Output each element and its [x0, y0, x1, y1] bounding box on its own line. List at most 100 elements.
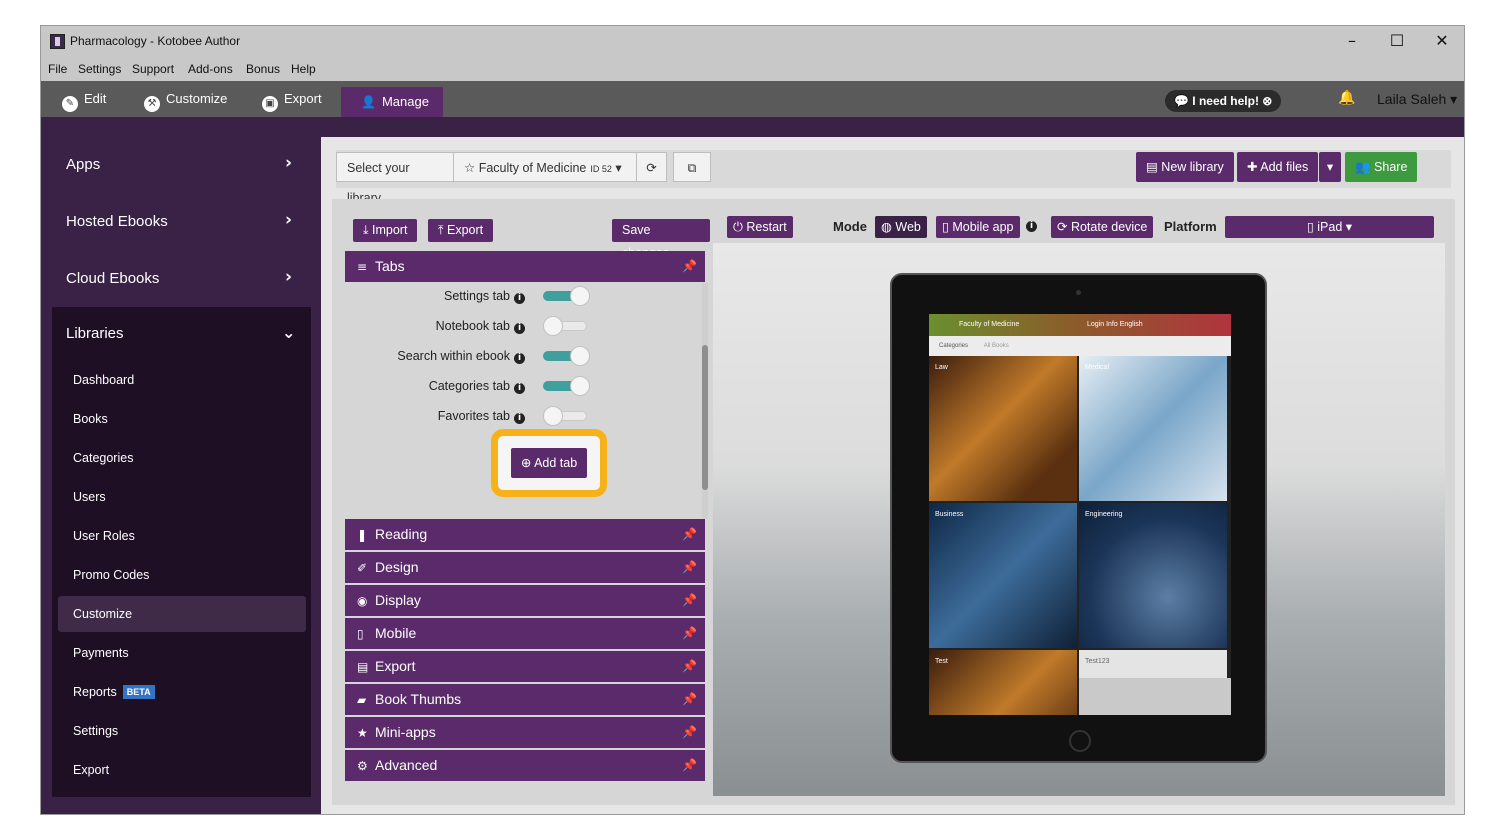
screen-tab-all: All Books	[983, 343, 1009, 349]
tile-test123: Test123	[1079, 650, 1227, 678]
header-strip	[41, 117, 1464, 137]
main-content: Select your library ☆ Faculty of Medicin…	[321, 137, 1464, 814]
tile-business: Business	[929, 503, 1077, 648]
new-library-button[interactable]: ▤ New library	[1136, 152, 1234, 182]
sidebar-item-settings[interactable]: Settings	[58, 713, 306, 749]
tabs-options: Settings tab i Notebook tab i Search withi…	[345, 283, 708, 519]
sidebar-item-cloud-ebooks[interactable]: Cloud Ebooks ›	[41, 251, 321, 308]
add-files-dropdown[interactable]: ▾	[1319, 152, 1341, 182]
sidebar-item-user-roles[interactable]: User Roles	[58, 518, 306, 554]
sidebar-item-categories[interactable]: Categories	[58, 440, 306, 476]
minimize-button[interactable]: –	[1337, 30, 1367, 52]
info-icon[interactable]: i	[514, 293, 525, 304]
section-reading[interactable]: ❚ Reading 📌	[345, 519, 705, 550]
sidebar-item-payments[interactable]: Payments	[58, 635, 306, 671]
bell-icon[interactable]: 🔔	[1338, 90, 1355, 106]
pin-icon[interactable]: 📌	[682, 585, 697, 616]
tabs-section-header[interactable]: ≡ Tabs 📌	[345, 251, 705, 282]
rotate-device-button[interactable]: ⟳ Rotate device	[1051, 216, 1154, 238]
sidebar-item-export[interactable]: Export	[58, 752, 306, 788]
settings-tab-toggle[interactable]	[543, 286, 590, 306]
sidebar-item-books[interactable]: Books	[58, 401, 306, 437]
sidebar-item-hosted-ebooks[interactable]: Hosted Ebooks ›	[41, 194, 321, 251]
sidebar-item-reports[interactable]: Reports BETA	[58, 674, 306, 710]
pin-icon[interactable]: 📌	[682, 717, 697, 748]
info-icon[interactable]: i	[1026, 221, 1037, 232]
section-mobile[interactable]: ▯ Mobile 📌	[345, 618, 705, 649]
chevron-down-icon[interactable]: ⌄	[282, 323, 295, 342]
beta-badge: BETA	[122, 685, 155, 699]
menu-file[interactable]: File	[48, 62, 67, 76]
sidebar-item-promo-codes[interactable]: Promo Codes	[58, 557, 306, 593]
categories-tab-toggle[interactable]	[543, 376, 590, 396]
tab-edit[interactable]: ✎ Edit	[62, 81, 116, 117]
tab-customize[interactable]: ⚒ Customize	[144, 81, 237, 117]
info-icon[interactable]: i	[514, 353, 525, 364]
menu-bar: File Settings Support Add-ons Bonus Help	[41, 57, 1464, 81]
export-button[interactable]: ⤒ Export	[428, 219, 494, 242]
section-advanced[interactable]: ⚙ Advanced 📌	[345, 750, 705, 781]
tab-customize-label: Customize	[166, 91, 228, 106]
refresh-icon[interactable]: ⟳	[636, 152, 667, 182]
section-book-thumbs[interactable]: ▰ Book Thumbs 📌	[345, 684, 705, 715]
pin-icon[interactable]: 📌	[682, 552, 697, 583]
section-design[interactable]: ✐ Design 📌	[345, 552, 705, 583]
user-menu[interactable]: Laila Saleh ▾	[1377, 91, 1457, 108]
section-display[interactable]: ◉ Display 📌	[345, 585, 705, 616]
menu-help[interactable]: Help	[291, 62, 316, 76]
add-tab-label: Add tab	[534, 456, 578, 470]
sidebar-item-apps[interactable]: Apps ›	[41, 137, 321, 194]
external-link-icon[interactable]: ⧉	[673, 152, 711, 182]
menu-settings[interactable]: Settings	[78, 62, 121, 76]
info-icon[interactable]: i	[514, 323, 525, 334]
notebook-tab-toggle[interactable]	[543, 316, 589, 336]
menu-support[interactable]: Support	[132, 62, 174, 76]
sidebar-item-customize[interactable]: Customize	[58, 596, 306, 632]
pin-icon[interactable]: 📌	[682, 618, 697, 649]
save-changes-button[interactable]: Save changes	[612, 219, 710, 260]
scrollbar-thumb[interactable]	[702, 345, 708, 490]
tile-caption: Test	[935, 658, 948, 665]
restart-button[interactable]: ⏻ Restart	[727, 216, 793, 238]
sidebar-item-label: Cloud Ebooks	[66, 270, 160, 287]
tab-option-categories: Categories tab i	[345, 379, 525, 394]
search-tab-toggle[interactable]	[543, 346, 590, 366]
import-button[interactable]: ⤓ Import	[353, 219, 418, 242]
pin-icon[interactable]: 📌	[682, 651, 697, 682]
tab-export[interactable]: ▣ Export	[262, 81, 332, 117]
section-label: Reading	[375, 526, 428, 542]
section-label: Book Thumbs	[375, 691, 462, 707]
close-button[interactable]: ✕	[1427, 30, 1457, 52]
library-dropdown[interactable]: ☆ Faculty of Medicine ID 52 ▾	[453, 152, 637, 182]
screen-tabs: Categories All Books	[929, 336, 1231, 356]
pin-icon[interactable]: 📌	[682, 684, 697, 715]
pin-icon[interactable]: 📌	[682, 251, 697, 282]
share-button[interactable]: 👥 Share	[1345, 152, 1418, 182]
mode-web-button[interactable]: ◍ Web	[875, 216, 927, 238]
mode-mobile-button[interactable]: ▯ Mobile app	[936, 216, 1020, 238]
add-files-button[interactable]: ✚ Add files	[1237, 152, 1319, 182]
menu-addons[interactable]: Add-ons	[188, 62, 233, 76]
favorites-tab-toggle[interactable]	[543, 406, 589, 426]
screen-header: Faculty of Medicine Login Info English	[929, 314, 1231, 336]
mode-mobile-label: Mobile app	[952, 220, 1014, 234]
add-tab-button[interactable]: ⊕ Add tab	[511, 448, 587, 478]
section-export[interactable]: ▤ Export 📌	[345, 651, 705, 682]
help-button[interactable]: 💬 I need help! ⊗	[1165, 90, 1282, 112]
info-icon[interactable]: i	[514, 413, 525, 424]
tab-manage[interactable]: 👤 Manage	[341, 87, 443, 117]
ipad-screen[interactable]: Faculty of Medicine Login Info English C…	[929, 314, 1231, 715]
pin-icon[interactable]: 📌	[682, 519, 697, 550]
tile-caption: Medical	[1085, 364, 1110, 371]
pin-icon[interactable]: 📌	[682, 750, 697, 781]
sidebar-item-users[interactable]: Users	[58, 479, 306, 515]
menu-bonus[interactable]: Bonus	[246, 62, 280, 76]
info-icon[interactable]: i	[514, 383, 525, 394]
section-label: Display	[375, 592, 421, 608]
library-bar: Select your library ☆ Faculty of Medicin…	[336, 150, 1451, 205]
maximize-button[interactable]: ☐	[1382, 30, 1412, 52]
platform-dropdown[interactable]: ▯ iPad ▾	[1225, 216, 1434, 238]
sidebar-item-dashboard[interactable]: Dashboard	[58, 362, 306, 398]
libraries-header[interactable]: Libraries	[66, 325, 124, 342]
section-mini-apps[interactable]: ★ Mini-apps 📌	[345, 717, 705, 748]
